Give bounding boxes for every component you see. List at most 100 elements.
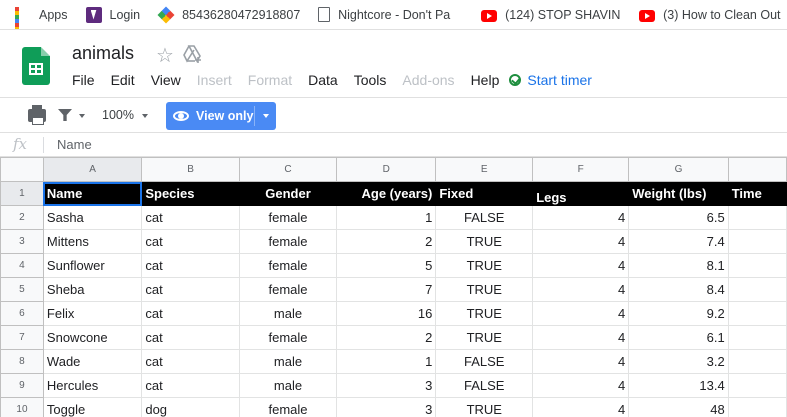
cell-b6[interactable]: cat <box>141 301 240 326</box>
spreadsheet-grid[interactable]: A B C D E F G 1 Name Species Gender Age … <box>0 157 787 417</box>
bookmark-youtube-2[interactable]: (3) How to Clean Out <box>639 0 787 29</box>
menu-data[interactable]: Data <box>308 72 338 88</box>
star-icon[interactable]: ☆ <box>156 43 174 68</box>
document-title[interactable]: animals <box>72 43 134 64</box>
cell-h7[interactable] <box>727 325 787 350</box>
row-number[interactable]: 8 <box>0 349 44 374</box>
bookmark-youtube-1[interactable]: (124) STOP SHAVING <box>481 0 621 29</box>
cell-b9[interactable]: cat <box>141 373 240 398</box>
cell-g7[interactable]: 6.1 <box>628 325 729 350</box>
cell-f6[interactable]: 4 <box>532 301 630 326</box>
cell-c5[interactable]: female <box>238 277 338 302</box>
cell-g10[interactable]: 48 <box>628 397 729 417</box>
cell-e3[interactable]: TRUE <box>435 229 534 254</box>
column-header-h[interactable] <box>727 157 787 182</box>
cell-h3[interactable] <box>727 229 787 254</box>
cell-g6[interactable]: 9.2 <box>628 301 729 326</box>
row-number[interactable]: 6 <box>0 301 44 326</box>
menu-edit[interactable]: Edit <box>111 72 135 88</box>
cell-d2[interactable]: 1 <box>336 205 437 230</box>
cell-d4[interactable]: 5 <box>336 253 437 278</box>
cell-f9[interactable]: 4 <box>532 373 630 398</box>
column-header-a[interactable]: A <box>42 157 143 182</box>
cell-b2[interactable]: cat <box>141 205 240 230</box>
cell-c1[interactable]: Gender <box>238 181 338 206</box>
menu-add-ons[interactable]: Add-ons <box>402 72 454 88</box>
cell-d1[interactable]: Age (years) <box>336 181 437 206</box>
column-header-g[interactable]: G <box>628 157 729 182</box>
cell-c8[interactable]: male <box>238 349 338 374</box>
formula-input[interactable]: Name <box>57 137 92 152</box>
cell-c3[interactable]: female <box>238 229 338 254</box>
cell-g3[interactable]: 7.4 <box>628 229 729 254</box>
cell-c10[interactable]: female <box>238 397 338 417</box>
cell-h6[interactable] <box>727 301 787 326</box>
cell-e7[interactable]: TRUE <box>435 325 534 350</box>
cell-b5[interactable]: cat <box>141 277 240 302</box>
row-number[interactable]: 1 <box>0 181 44 206</box>
cell-c2[interactable]: female <box>238 205 338 230</box>
bookmark-login[interactable]: Login <box>85 0 140 29</box>
cell-d8[interactable]: 1 <box>336 349 437 374</box>
cell-f3[interactable]: 4 <box>532 229 630 254</box>
menu-tools[interactable]: Tools <box>354 72 387 88</box>
cell-b7[interactable]: cat <box>141 325 240 350</box>
filter-icon[interactable] <box>58 109 72 121</box>
cell-h2[interactable] <box>727 205 787 230</box>
cell-a3[interactable]: Mittens <box>42 229 143 254</box>
cell-f1[interactable]: Legs <box>532 181 630 206</box>
view-only-button[interactable]: View only <box>166 102 276 130</box>
cell-e8[interactable]: FALSE <box>435 349 534 374</box>
cell-d5[interactable]: 7 <box>336 277 437 302</box>
cell-e9[interactable]: FALSE <box>435 373 534 398</box>
cell-b3[interactable]: cat <box>141 229 240 254</box>
cell-d9[interactable]: 3 <box>336 373 437 398</box>
cell-f4[interactable]: 4 <box>532 253 630 278</box>
cell-b10[interactable]: dog <box>141 397 240 417</box>
cell-f5[interactable]: 4 <box>532 277 630 302</box>
cell-h4[interactable] <box>727 253 787 278</box>
cell-c4[interactable]: female <box>238 253 338 278</box>
row-number[interactable]: 3 <box>0 229 44 254</box>
corner-cell[interactable] <box>0 157 44 182</box>
cell-e2[interactable]: FALSE <box>435 205 534 230</box>
cell-d3[interactable]: 2 <box>336 229 437 254</box>
cell-e10[interactable]: TRUE <box>435 397 534 417</box>
cell-g8[interactable]: 3.2 <box>628 349 729 374</box>
row-number[interactable]: 7 <box>0 325 44 350</box>
cell-f2[interactable]: 4 <box>532 205 630 230</box>
cell-f7[interactable]: 4 <box>532 325 630 350</box>
cell-a2[interactable]: Sasha <box>42 205 143 230</box>
bookmark-nightcore[interactable]: Nightcore - Don't Pa <box>318 0 463 29</box>
row-number[interactable]: 9 <box>0 373 44 398</box>
bookmark-apps[interactable]: Apps <box>15 0 68 29</box>
column-header-d[interactable]: D <box>336 157 437 182</box>
menu-view[interactable]: View <box>151 72 181 88</box>
column-header-f[interactable]: F <box>532 157 630 182</box>
cell-a7[interactable]: Snowcone <box>42 325 143 350</box>
cell-g5[interactable]: 8.4 <box>628 277 729 302</box>
cell-b4[interactable]: cat <box>141 253 240 278</box>
bookmark-pinwheel[interactable]: 85436280472918807 <box>158 0 300 29</box>
cell-h9[interactable] <box>727 373 787 398</box>
row-number[interactable]: 4 <box>0 253 44 278</box>
cell-h5[interactable] <box>727 277 787 302</box>
cell-c9[interactable]: male <box>238 373 338 398</box>
cell-e1[interactable]: Fixed <box>435 181 534 206</box>
row-number[interactable]: 5 <box>0 277 44 302</box>
cell-a6[interactable]: Felix <box>42 301 143 326</box>
cell-c6[interactable]: male <box>238 301 338 326</box>
cell-g1[interactable]: Weight (lbs) <box>628 181 729 206</box>
column-header-b[interactable]: B <box>141 157 240 182</box>
cell-e6[interactable]: TRUE <box>435 301 534 326</box>
cell-a4[interactable]: Sunflower <box>42 253 143 278</box>
cell-d6[interactable]: 16 <box>336 301 437 326</box>
cell-a1[interactable]: Name <box>42 181 143 206</box>
start-timer-button[interactable]: Start timer <box>509 72 608 88</box>
cell-b1[interactable]: Species <box>141 181 240 206</box>
menu-help[interactable]: Help <box>471 72 500 88</box>
cell-h1[interactable]: Time <box>727 181 787 206</box>
cell-a5[interactable]: Sheba <box>42 277 143 302</box>
sheets-logo-icon[interactable] <box>22 47 50 85</box>
menu-format[interactable]: Format <box>248 72 292 88</box>
